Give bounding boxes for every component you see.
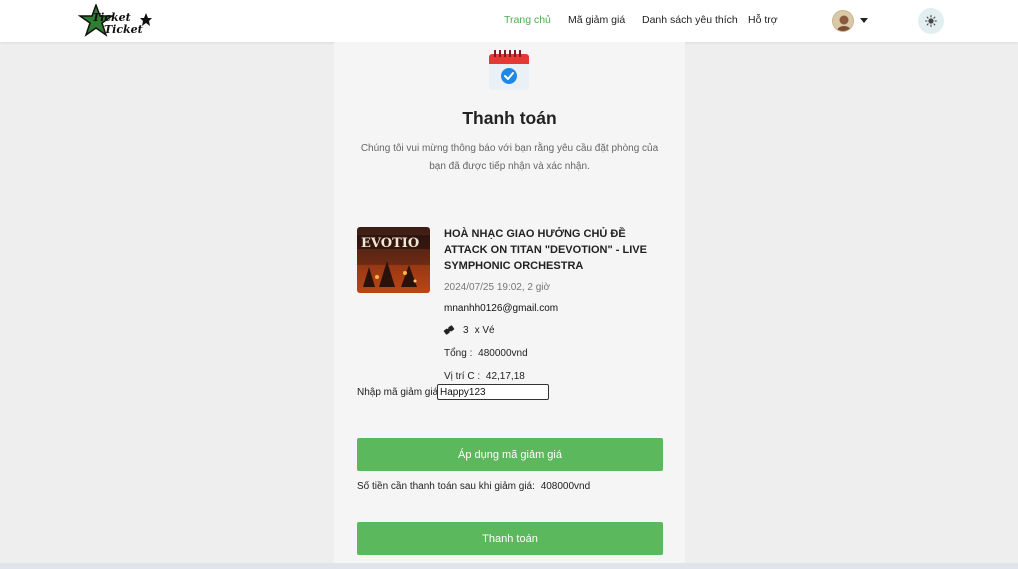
discounted-amount: Số tiền cần thanh toán sau khi giảm giá:… [357,481,590,492]
event-datetime: 2024/07/25 19:02, 2 giờ [444,282,551,293]
nav-vouchers[interactable]: Mã giảm giá [568,14,625,26]
page-bottom-edge [0,563,1018,569]
total-value: 480000vnd [478,348,528,359]
user-avatar[interactable] [832,10,854,32]
svg-text:Ticket: Ticket [104,23,143,36]
seat-value: 42,17,18 [485,371,525,382]
seat-label: Vị trí C : [444,371,481,382]
ticket-ticket-logo[interactable]: Ticket Ticket [77,2,152,38]
apply-coupon-button[interactable]: Áp dụng mã giảm giá [357,438,663,471]
coupon-code-input[interactable] [437,384,549,400]
sun-icon [925,15,937,27]
top-navbar: Ticket Ticket Trang chủ Mã giảm giá Danh… [0,0,1018,42]
event-thumbnail: EVOTIO [357,227,430,293]
chevron-down-icon[interactable] [860,18,868,23]
svg-text:EVOTIO: EVOTIO [361,236,419,251]
ticket-unit: x Vé [474,324,495,336]
theme-toggle-button[interactable] [918,8,944,34]
total-price: Tổng : 480000vnd [444,348,528,359]
confirmation-message: Chúng tôi vui mừng thông báo với bạn rằn… [360,143,659,172]
ticket-quantity: 3 x Vé [443,324,495,336]
discounted-amount-value: 408000vnd [540,481,591,492]
calendar-check-icon [488,48,530,92]
nav-home[interactable]: Trang chủ [504,14,551,26]
seat-info: Vị trí C : 42,17,18 [444,371,525,382]
ticket-count: 3 [463,324,469,336]
ticket-icon [443,325,455,335]
total-label: Tổng : [444,348,473,359]
pay-button[interactable]: Thanh toán [357,522,663,555]
nav-wishlist[interactable]: Danh sách yêu thích [642,14,738,26]
discounted-amount-label: Số tiền cần thanh toán sau khi giảm giá: [357,481,535,492]
event-title: HOÀ NHẠC GIAO HƯỞNG CHỦ ĐỀ ATTACK ON TIT… [444,228,647,272]
coupon-label: Nhập mã giảm giá: [357,387,441,398]
nav-support[interactable]: Hỗ trợ [748,14,778,26]
customer-email: mnanhh0126@gmail.com [444,303,559,314]
page-title: Thanh toán [462,108,557,128]
